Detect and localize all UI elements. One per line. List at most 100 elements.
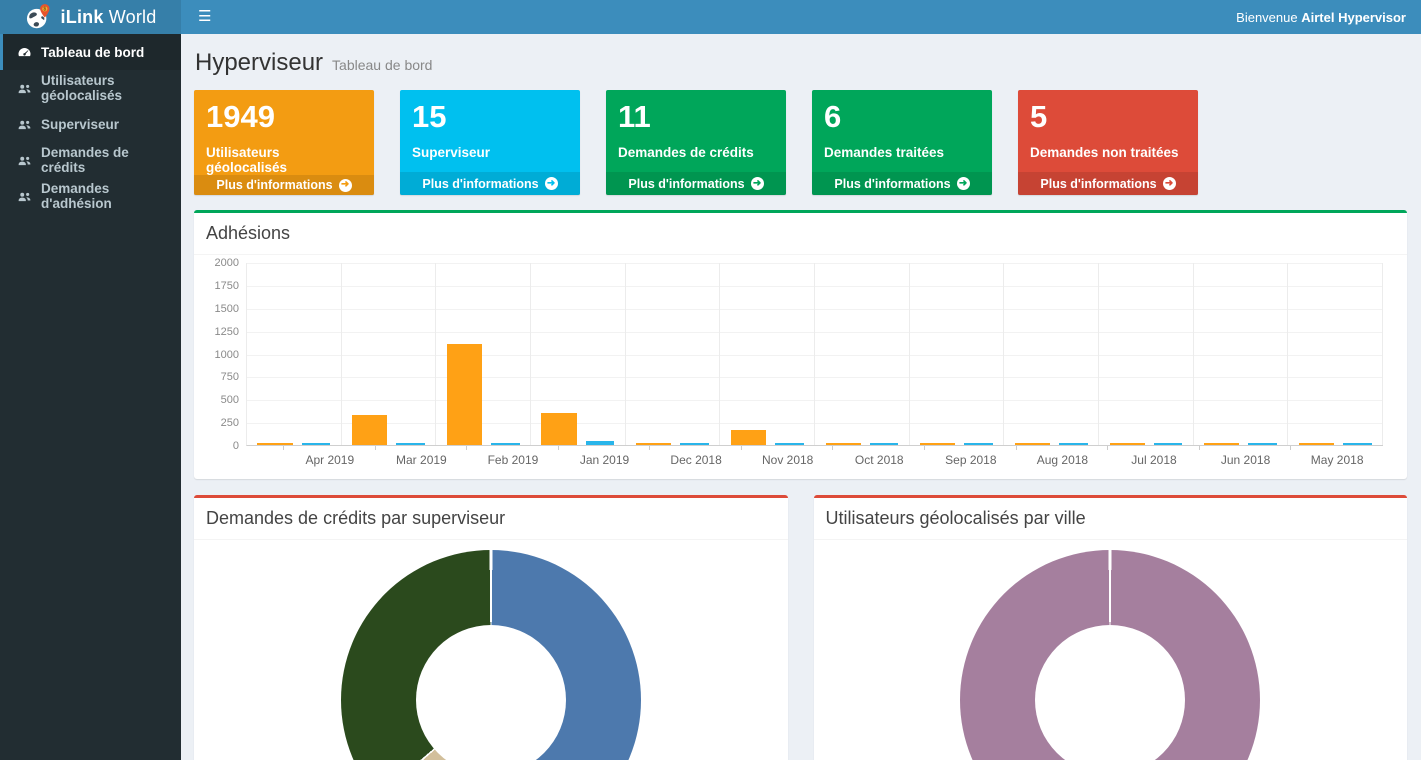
bar-serie-cyan [396,443,425,446]
credits-by-supervisor-box: Demandes de crédits par superviseur [194,495,788,760]
stat-card-label: Demandes non traitées [1030,145,1188,160]
credits-by-supervisor-donut-chart [341,550,641,760]
stat-card-value: 11 [618,98,776,135]
x-axis-tick-mark [1199,446,1200,450]
sidebar-menu: Tableau de bordUtilisateurs géolocalisés… [0,34,181,760]
more-info-label: Plus d'informations [422,177,538,191]
sidebar-item-utilisateurs-g-olocalis-s[interactable]: Utilisateurs géolocalisés [0,70,181,106]
x-axis-tick-mark [466,446,467,450]
bar-chart-plot-area [246,263,1383,446]
x-axis-tick-mark [1016,446,1017,450]
stat-card-inner: 1949 Utilisateurs géolocalisés [194,90,374,175]
stat-cards-row: 1949 Utilisateurs géolocalisés Plus d'info… [194,90,1407,195]
sidebar-item-demandes-d-adh-sion[interactable]: Demandes d'adhésion [0,178,181,214]
more-info-link[interactable]: Plus d'informations➜ [606,172,786,195]
users-icon [17,153,32,168]
bar-serie-orange [447,344,482,445]
more-info-link[interactable]: Plus d'informations ➜ [400,172,580,195]
bar-serie-orange [257,443,292,446]
sidebar-toggle-hamburger-icon[interactable]: ☰ [181,0,228,34]
bar-group-sep-2018 [910,263,1005,445]
stat-card-demandes-trait-es: 6Demandes traitéesPlus d'informations➜ [812,90,992,195]
bar-serie-cyan [1154,443,1183,446]
welcome-user[interactable]: Bienvenue Airtel Hypervisor [1221,10,1421,25]
credits-donut-title: Demandes de crédits par superviseur [206,508,505,528]
bar-group-jul-2018 [1099,263,1194,445]
stat-card-demandes-non-trait-es: 5Demandes non traitéesPlus d'information… [1018,90,1198,195]
x-axis-tick-mark [649,446,650,450]
stat-card-demandes-de-cr-dits: 11Demandes de créditsPlus d'informations… [606,90,786,195]
stat-card-inner: 11Demandes de crédits [606,90,786,172]
credits-donut-box-header: Demandes de crédits par superviseur [194,498,788,540]
donut-charts-row: Demandes de crédits par superviseur Util… [194,479,1407,760]
x-axis-tick-mark [741,446,742,450]
dashboard-icon [17,45,32,60]
y-axis-tick-label: 0 [233,441,239,452]
bar-serie-orange [1015,443,1050,446]
page-subtitle: Tableau de bord [332,57,432,73]
bar-serie-orange [1110,443,1145,446]
brand-logo[interactable]: $ iLink World [0,0,181,34]
bar-serie-orange [920,443,955,446]
x-axis-tick-mark [924,446,925,450]
users-by-city-donut-chart [960,550,1260,760]
sidebar-item-tableau-de-bord[interactable]: Tableau de bord [0,34,181,70]
stat-card-inner: 6Demandes traitées [812,90,992,172]
sidebar-item-superviseur[interactable]: Superviseur [0,106,181,142]
more-info-label: Plus d'informations [216,178,332,192]
users-donut-title: Utilisateurs géolocalisés par ville [826,508,1086,528]
adhesions-chart-body: 200017501500125010007505002500 Apr 2019M… [194,255,1407,479]
bar-serie-cyan [491,443,520,446]
sidebar-item-label: Demandes d'adhésion [41,181,167,211]
bar-serie-cyan [870,443,899,446]
bar-group-nov-2018 [720,263,815,445]
bar-group-mar-2019 [342,263,437,445]
stat-card-inner: 5Demandes non traitées [1018,90,1198,172]
x-axis-tick-mark [283,446,284,450]
adhesions-chart-box: Adhésions 200017501500125010007505002500… [194,210,1407,479]
more-info-link[interactable]: Plus d'informations➜ [1018,172,1198,195]
x-axis-tick-label: Jan 2019 [559,446,651,467]
bar-serie-orange [352,415,387,445]
more-info-link[interactable]: Plus d'informations➜ [812,172,992,195]
bar-group-dec-2018 [626,263,721,445]
adhesions-box-header: Adhésions [194,213,1407,255]
top-bar: $ iLink World ☰ Bienvenue Airtel Hypervi… [0,0,1421,34]
sidebar-item-demandes-de-cr-dits[interactable]: Demandes de crédits [0,142,181,178]
users-by-city-box: Utilisateurs géolocalisés par ville [814,495,1408,760]
x-axis-tick-label: Dec 2018 [650,446,742,467]
bar-serie-orange [1204,443,1239,446]
more-info-link[interactable]: Plus d'informations➜ [194,175,374,195]
y-axis-tick-label: 1750 [215,281,239,292]
x-axis-tick-mark [832,446,833,450]
x-axis-tick-label: May 2018 [1291,446,1383,467]
stat-card-utilisateurs-g-olocalis-s: 1949Utilisateurs géolocalisésPlus d'info… [194,90,374,195]
svg-text:$: $ [43,6,46,12]
page-header: Hyperviseur Tableau de bord [195,49,1407,77]
y-axis-tick-label: 1500 [215,304,239,315]
credits-donut-body [194,540,788,760]
bar-serie-orange [826,443,861,446]
users-icon [17,81,32,96]
x-axis-tick-label: Sep 2018 [925,446,1017,467]
bar-chart-y-axis: 200017501500125010007505002500 [208,263,246,446]
bar-serie-orange [731,430,766,445]
x-axis-tick-label: Aug 2018 [1017,446,1109,467]
sidebar-item-label: Superviseur [41,117,119,132]
bar-serie-cyan [586,441,615,445]
stat-card-value: 1949 [206,98,364,135]
arrow-circle-right-icon: ➜ [751,177,764,190]
bar-group-apr-2019 [247,263,342,445]
x-axis-tick-label: Jun 2018 [1200,446,1292,467]
bar-group-oct-2018 [815,263,910,445]
stat-card-label: Utilisateurs géolocalisés [206,145,364,175]
users-donut-body [814,540,1408,760]
x-axis-tick-label: Feb 2019 [467,446,559,467]
x-axis-tick-mark [1290,446,1291,450]
bar-serie-cyan [775,443,804,446]
bar-group-may-2018 [1288,263,1383,445]
x-axis-tick-mark [375,446,376,450]
more-info-label: Plus d'informations [834,177,950,191]
stat-card-label: Superviseur [412,145,570,160]
arrow-circle-right-icon: ➜ [545,177,558,190]
